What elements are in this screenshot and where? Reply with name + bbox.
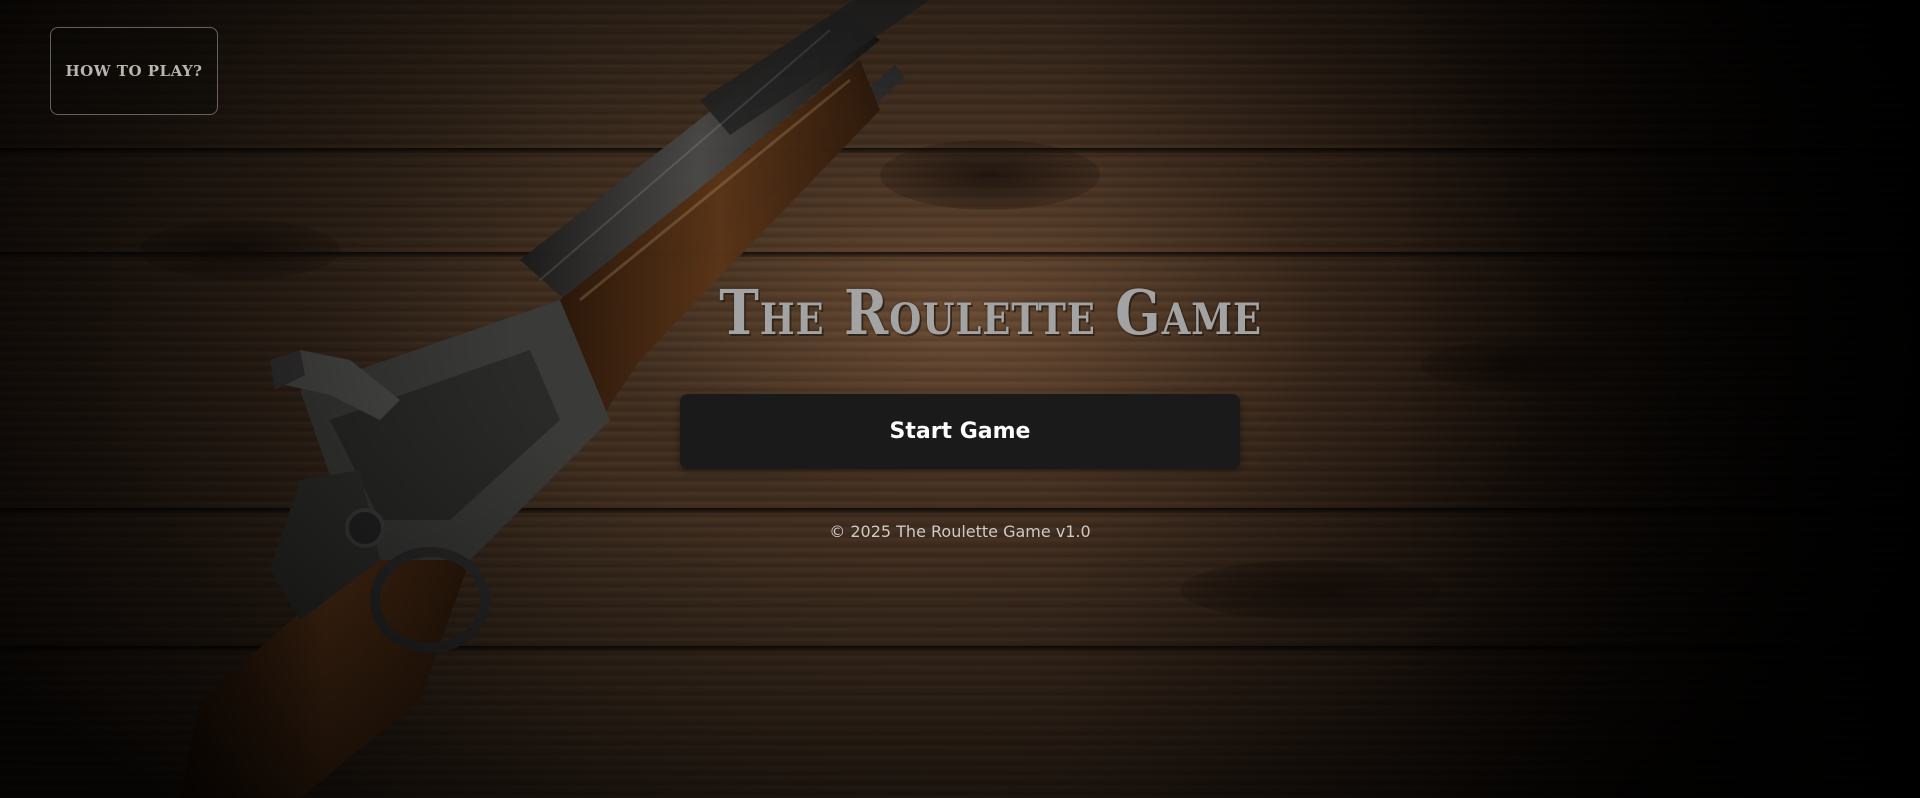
right-shadow <box>1400 0 1920 798</box>
game-title: The Roulette Game <box>719 276 1262 349</box>
how-to-play-button[interactable]: HOW TO PLAY? <box>50 27 218 115</box>
start-game-button[interactable]: Start Game <box>680 394 1240 469</box>
menu-screen: HOW TO PLAY? The Roulette Game Start Gam… <box>0 0 1920 798</box>
copyright-footer: © 2025 The Roulette Game v1.0 <box>829 522 1091 541</box>
